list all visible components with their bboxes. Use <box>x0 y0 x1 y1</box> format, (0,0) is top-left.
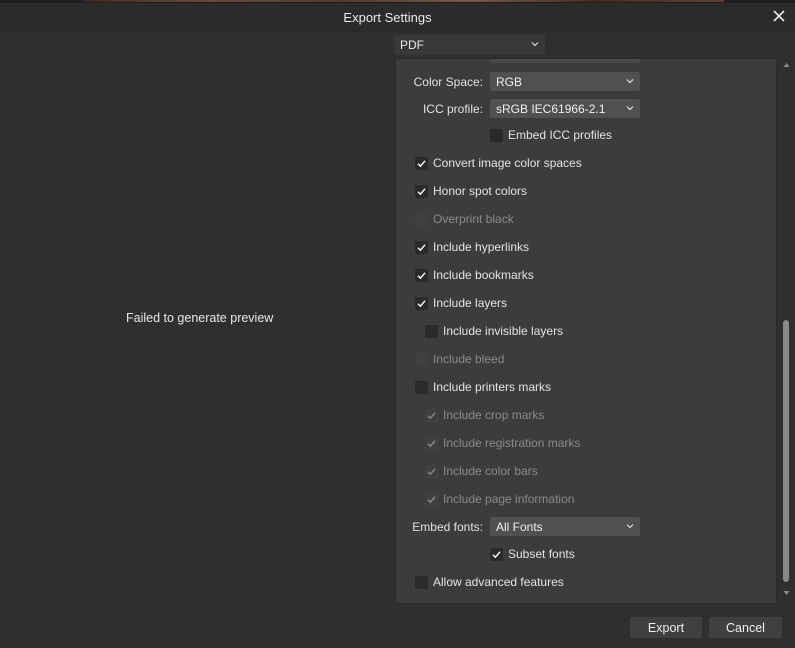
option-checkbox[interactable]: Include printers marks <box>415 379 551 395</box>
allow-advanced-label: Allow advanced features <box>433 575 564 589</box>
option-label: Include color bars <box>443 464 538 478</box>
option-checkbox: Include registration marks <box>425 435 580 451</box>
option-label: Include hyperlinks <box>433 240 530 254</box>
option-checkbox[interactable]: Include bookmarks <box>415 267 534 283</box>
option-label: Include layers <box>433 296 508 310</box>
color-space-value: RGB <box>496 75 523 89</box>
checkbox-box <box>425 492 438 506</box>
checkbox-box <box>415 156 428 170</box>
checkmark-icon <box>427 439 436 447</box>
chevron-down-icon <box>626 106 634 111</box>
option-label: Include registration marks <box>443 436 581 450</box>
close-icon <box>773 10 785 22</box>
option-label: Include bleed <box>433 352 505 366</box>
option-checkbox: Include color bars <box>425 463 538 479</box>
option-checkbox: Include page information <box>425 491 574 507</box>
option-checkbox[interactable]: Convert image color spaces <box>415 155 582 171</box>
embed-icc-label: Embed ICC profiles <box>508 128 613 142</box>
checkbox-box <box>425 436 438 450</box>
checkbox-box <box>415 575 428 589</box>
checkbox-box <box>415 212 428 226</box>
subset-fonts-label: Subset fonts <box>508 547 575 561</box>
checkbox-box <box>415 240 428 254</box>
checkbox-box <box>415 380 428 394</box>
option-checkbox: Include bleed <box>415 351 504 367</box>
checkbox-box <box>415 296 428 310</box>
checkbox-box <box>415 352 428 366</box>
chevron-down-icon <box>531 42 539 47</box>
cancel-button[interactable]: Cancel <box>709 617 782 638</box>
option-label: Include invisible layers <box>443 324 564 338</box>
checkmark-icon <box>427 467 436 475</box>
checkbox-box <box>425 324 438 338</box>
option-checkbox[interactable]: Include invisible layers <box>425 323 563 339</box>
embed-fonts-value: All Fonts <box>496 520 543 534</box>
embed-icc-checkbox[interactable]: Embed ICC profiles <box>490 127 612 143</box>
icc-profile-dropdown[interactable]: sRGB IEC61966-2.1 <box>490 99 640 118</box>
option-label: Include bookmarks <box>433 268 534 282</box>
embed-fonts-dropdown[interactable]: All Fonts <box>490 517 640 536</box>
preview-status-message: Failed to generate preview <box>126 311 274 325</box>
option-label: Include crop marks <box>443 408 545 422</box>
color-space-dropdown[interactable]: RGB <box>490 72 640 91</box>
option-checkbox[interactable]: Honor spot colors <box>415 183 527 199</box>
checkbox-box <box>415 184 428 198</box>
checkmark-icon <box>417 187 426 195</box>
option-label: Include page information <box>443 492 575 506</box>
option-label: Overprint black <box>433 212 514 226</box>
scrollbar-thumb[interactable] <box>783 320 789 582</box>
checkbox-box <box>490 128 503 142</box>
export-button[interactable]: Export <box>630 617 702 638</box>
checkmark-icon <box>427 411 436 419</box>
embed-fonts-label: Embed fonts: <box>412 520 483 534</box>
color-space-label: Color Space: <box>413 75 483 89</box>
option-label: Honor spot colors <box>433 184 528 198</box>
subset-fonts-checkbox[interactable]: Subset fonts <box>490 546 575 562</box>
option-checkbox[interactable]: Include layers <box>415 295 507 311</box>
checkmark-icon <box>417 271 426 279</box>
option-label: Include printers marks <box>433 380 552 394</box>
icc-profile-label: ICC profile: <box>422 102 483 116</box>
option-checkbox: Overprint black <box>415 211 514 227</box>
clipped-dropdown[interactable] <box>490 59 640 63</box>
chevron-down-icon <box>626 524 634 529</box>
dialog-title: Export Settings <box>343 10 432 25</box>
scroll-up-arrow-icon[interactable] <box>783 62 790 68</box>
checkmark-icon <box>417 243 426 251</box>
option-checkbox: Include crop marks <box>425 407 544 423</box>
export-format-value: PDF <box>400 38 424 52</box>
checkbox-box <box>415 268 428 282</box>
checkmark-icon <box>417 159 426 167</box>
settings-scrollbar[interactable] <box>780 58 792 604</box>
checkmark-icon <box>427 495 436 503</box>
chevron-down-icon <box>626 79 634 84</box>
export-format-dropdown[interactable]: PDF <box>394 35 545 55</box>
option-label: Convert image color spaces <box>433 156 582 170</box>
checkbox-box <box>425 408 438 422</box>
checkmark-icon <box>417 299 426 307</box>
allow-advanced-checkbox[interactable]: Allow advanced features <box>415 574 564 590</box>
dialog-titlebar: Export Settings <box>0 3 795 32</box>
checkmark-icon <box>492 550 501 558</box>
clipped-row-label <box>444 59 484 61</box>
option-checkbox[interactable]: Include hyperlinks <box>415 239 529 255</box>
settings-panel: Color Space: RGB ICC profile: sRGB IEC61… <box>395 58 777 604</box>
close-button[interactable] <box>772 9 786 23</box>
scroll-down-arrow-icon[interactable] <box>783 590 790 596</box>
icc-profile-value: sRGB IEC61966-2.1 <box>496 102 606 116</box>
background-image-edge <box>84 0 724 2</box>
checkbox-box <box>490 547 503 561</box>
checkbox-box <box>425 464 438 478</box>
